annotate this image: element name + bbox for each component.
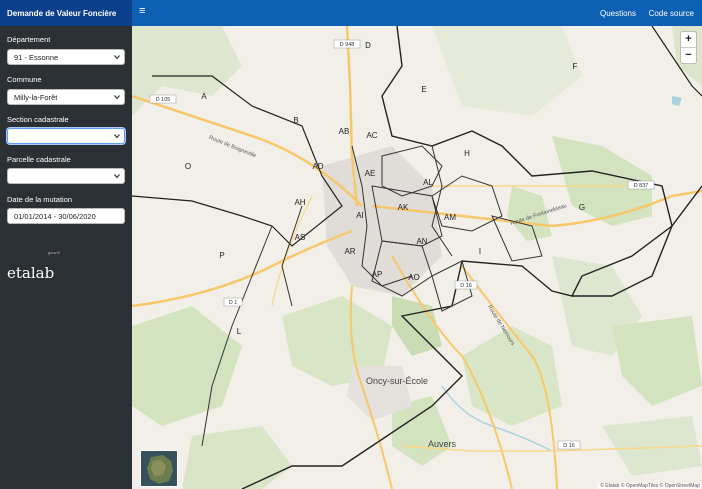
cadastral-section-al: AL [423, 178, 433, 187]
chevron-down-icon [114, 134, 120, 139]
cadastral-section-i: I [479, 247, 481, 256]
top-navbar: ≡ Questions Code source [132, 0, 702, 26]
cadastral-section-ad: AD [312, 162, 323, 171]
cadastral-section-e: E [421, 85, 426, 94]
cadastral-section-ak: AK [398, 203, 409, 212]
date-label: Date de la mutation [7, 195, 73, 204]
parcelle-select[interactable] [7, 168, 125, 184]
road-label-1: D 105 [156, 97, 171, 103]
cadastral-section-ao: AO [408, 273, 420, 282]
road-label-5: D 16 [563, 443, 575, 449]
cadastral-section-ae: AE [365, 169, 376, 178]
cadastral-section-p: P [219, 251, 224, 260]
commune-select[interactable]: Milly-la-Forêt [7, 89, 125, 105]
street-label-2: Route de Nemours [486, 304, 516, 347]
cadastral-section-g: G [579, 203, 585, 212]
hamburger-icon[interactable]: ≡ [139, 6, 145, 17]
place-label-1: Auvers [428, 439, 457, 449]
zoom-out-button[interactable]: − [681, 48, 696, 64]
france-map-icon [141, 451, 177, 486]
road-label-3: D 16 [460, 283, 472, 289]
map-labels-layer: DEFABAB ACHO ADAEALGAHAIAKAMASARANIPAP AOLO… [149, 39, 655, 450]
cadastral-section-l: L [237, 327, 242, 336]
street-label-1: Route de Fontainebleau [510, 203, 568, 227]
map-attribution: © Etalab © OpenMapTiles © OpenStreetMap [598, 483, 702, 489]
departement-label: Département [7, 35, 51, 44]
cadastral-section-ar: AR [344, 247, 355, 256]
cadastral-section-am: AM [444, 213, 456, 222]
chevron-down-icon [114, 55, 120, 60]
street-label-0: Route de Boigneville [208, 135, 257, 159]
date-range-value: 01/01/2014 - 30/06/2020 [14, 212, 96, 221]
cadastral-section-ab: AB [339, 127, 350, 136]
sidebar: Département 91 - Essonne Commune Milly-l… [0, 26, 132, 489]
questions-link[interactable]: Questions [600, 9, 636, 18]
section-label: Section cadastrale [7, 115, 69, 124]
cadastral-section-as: AS [295, 233, 306, 242]
cadastral-section-h: H [464, 149, 470, 158]
cadastral-section-an: AN [416, 237, 427, 246]
cadastral-section-b: B [293, 116, 298, 125]
departement-select[interactable]: 91 - Essonne [7, 49, 125, 65]
source-code-link[interactable]: Code source [649, 9, 694, 18]
road-label-0: D 948 [340, 42, 355, 48]
zoom-control: + − [680, 31, 697, 64]
commune-label: Commune [7, 75, 42, 84]
road-label-4: D 1 [229, 300, 238, 306]
departement-value: 91 - Essonne [14, 53, 59, 62]
section-select[interactable] [7, 128, 125, 144]
cadastral-section-o: O [185, 162, 191, 171]
cadastral-section-ap: AP [372, 270, 383, 279]
place-label-0: Oncy-sur-École [366, 376, 428, 386]
cadastral-section-f: F [573, 62, 578, 71]
date-range-input[interactable]: 01/01/2014 - 30/06/2020 [7, 208, 125, 224]
chevron-down-icon [114, 95, 120, 100]
cadastral-section-ai: AI [356, 211, 364, 220]
cadastral-section-a: A [201, 92, 207, 101]
commune-value: Milly-la-Forêt [14, 93, 58, 102]
satellite-layer-toggle[interactable] [140, 450, 178, 487]
map-view[interactable]: D E F A B AB AC H O AD AE AL G AH AI AK AM AS AR AN I P AP AO L O… [132, 26, 702, 489]
etalab-logo: etalab [7, 264, 55, 282]
parcelle-label: Parcelle cadastrale [7, 155, 71, 164]
cadastral-section-d: D [365, 41, 371, 50]
chevron-down-icon [114, 174, 120, 179]
logo-sup: gouv.fr [48, 250, 60, 255]
cadastral-section-ac: AC [366, 131, 377, 140]
cadastral-section-ah: AH [294, 198, 305, 207]
app-title: Demande de Valeur Foncière [0, 0, 132, 26]
zoom-in-button[interactable]: + [681, 32, 696, 48]
road-label-2: D 837 [634, 183, 649, 189]
